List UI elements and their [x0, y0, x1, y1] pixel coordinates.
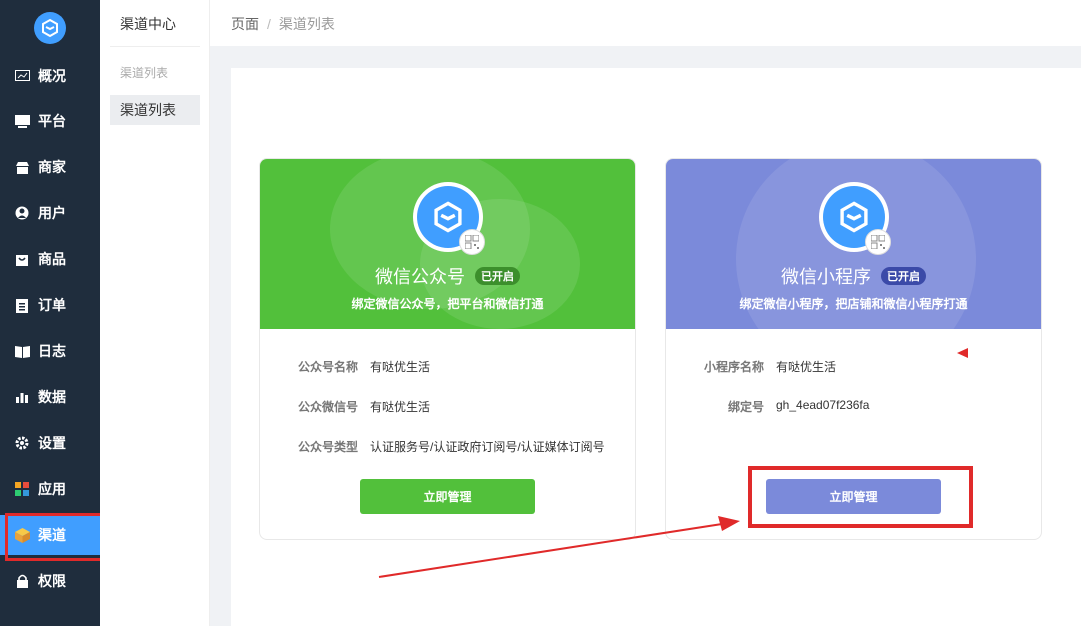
cube-icon [14, 527, 30, 543]
status-badge: 已开启 [475, 267, 520, 285]
breadcrumb: 页面 / 渠道列表 [231, 14, 335, 34]
field-label: 小程序名称 [704, 360, 765, 374]
card-header: 微信公众号 已开启 绑定微信公众号，把平台和微信打通 [260, 159, 635, 329]
nav-label: 用户 [38, 205, 66, 221]
status-badge: 已开启 [881, 267, 926, 285]
field-row: 公众微信号 有哒优生活 [298, 398, 430, 415]
field-value: 认证服务号/认证政府订阅号/认证媒体订阅号 [370, 440, 605, 454]
nav-item-order[interactable]: 订单 [0, 285, 100, 325]
field-value: 有哒优生活 [370, 400, 431, 414]
nav-label: 商品 [38, 251, 66, 267]
breadcrumb-separator: / [267, 16, 271, 32]
field-label: 公众号类型 [298, 440, 359, 454]
desktop-icon [14, 113, 30, 129]
main-sidebar: 概况 平台 商家 用户 商品 订单 日志 数据 设置 应用 渠道 权限 [0, 0, 100, 626]
annotation-marker [957, 348, 968, 358]
nav-label: 商家 [38, 159, 66, 175]
logo-icon [42, 18, 58, 38]
sub-item-channel-list[interactable]: 渠道列表 [110, 95, 200, 125]
divider [110, 46, 200, 47]
breadcrumb-root[interactable]: 页面 [231, 16, 259, 32]
field-label: 绑定号 [727, 400, 764, 414]
book-icon [14, 343, 30, 359]
nav-label: 权限 [38, 573, 66, 589]
nav-item-user[interactable]: 用户 [0, 193, 100, 233]
nav-item-data[interactable]: 数据 [0, 377, 100, 417]
monitor-chart-icon [14, 68, 30, 84]
nav-item-permission[interactable]: 权限 [0, 561, 100, 601]
nav-label: 概况 [38, 68, 66, 84]
field-row: 公众号名称 有哒优生活 [298, 358, 430, 375]
store-icon [14, 159, 30, 175]
lock-icon [14, 573, 30, 589]
card-title: 微信公众号 [375, 267, 465, 287]
card-subtitle: 绑定微信公众号，把平台和微信打通 [351, 297, 544, 311]
qr-code-icon[interactable] [865, 229, 891, 255]
top-header: 页面 / 渠道列表 [210, 0, 1081, 46]
apps-grid-icon [14, 481, 30, 497]
nav-label: 日志 [38, 343, 66, 359]
app-logo[interactable] [34, 12, 66, 44]
nav-item-settings[interactable]: 设置 [0, 423, 100, 463]
nav-item-channel[interactable]: 渠道 [0, 515, 100, 555]
nav-label: 渠道 [38, 527, 66, 543]
gear-icon [14, 435, 30, 451]
field-label: 公众微信号 [298, 400, 359, 414]
qr-code-icon[interactable] [459, 229, 485, 255]
nav-label: 设置 [38, 435, 66, 451]
wechat-mini-program-card: 微信小程序 已开启 绑定微信小程序，把店铺和微信小程序打通 小程序名称 有哒优生… [665, 158, 1042, 540]
nav-item-apps[interactable]: 应用 [0, 469, 100, 509]
field-value: 有哒优生活 [776, 360, 837, 374]
field-row: 绑定号 gh_4ead07f236fa [704, 398, 869, 415]
order-icon [14, 297, 30, 313]
nav-item-merchant[interactable]: 商家 [0, 147, 100, 187]
nav-item-log[interactable]: 日志 [0, 331, 100, 371]
card-title-row: 微信公众号 已开启 [260, 263, 635, 289]
nav-label: 订单 [38, 297, 66, 313]
nav-item-platform[interactable]: 平台 [0, 101, 100, 141]
nav-label: 应用 [38, 481, 66, 497]
wechat-official-account-card: 微信公众号 已开启 绑定微信公众号，把平台和微信打通 公众号名称 有哒优生活 公… [259, 158, 636, 540]
sub-sidebar: 渠道中心 渠道列表 渠道列表 [100, 0, 210, 626]
manage-button[interactable]: 立即管理 [360, 479, 535, 514]
breadcrumb-current: 渠道列表 [278, 16, 335, 32]
field-value: 有哒优生活 [370, 360, 431, 374]
bar-chart-icon [14, 389, 30, 405]
nav-label: 平台 [38, 113, 66, 129]
card-header: 微信小程序 已开启 绑定微信小程序，把店铺和微信小程序打通 [666, 159, 1041, 329]
card-subtitle: 绑定微信小程序，把店铺和微信小程序打通 [739, 297, 968, 311]
logo-icon [434, 201, 462, 233]
field-label: 公众号名称 [298, 360, 359, 374]
sub-sidebar-title: 渠道中心 [120, 16, 176, 32]
field-value: gh_4ead07f236fa [776, 398, 870, 412]
nav-item-overview[interactable]: 概况 [0, 56, 100, 96]
card-title-row: 微信小程序 已开启 [666, 263, 1041, 289]
sub-sidebar-group: 渠道列表 [120, 66, 169, 80]
nav-item-goods[interactable]: 商品 [0, 239, 100, 279]
field-row: 公众号类型 认证服务号/认证政府订阅号/认证媒体订阅号 [298, 438, 605, 455]
card-title: 微信小程序 [781, 267, 871, 287]
bag-icon [14, 251, 30, 267]
nav-label: 数据 [38, 389, 66, 405]
manage-button[interactable]: 立即管理 [766, 479, 941, 514]
field-row: 小程序名称 有哒优生活 [704, 358, 836, 375]
user-icon [14, 205, 30, 221]
logo-icon [840, 201, 868, 233]
